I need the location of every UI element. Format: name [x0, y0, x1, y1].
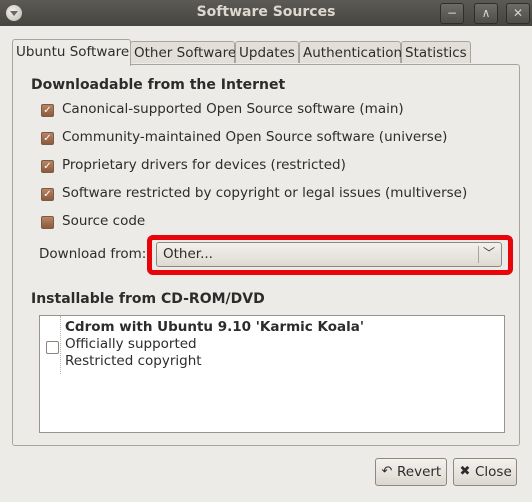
- close-window-button[interactable]: ✕: [506, 3, 530, 24]
- revert-button[interactable]: ↶ Revert: [375, 458, 447, 486]
- maximize-button[interactable]: ∧: [474, 3, 498, 24]
- minimize-button[interactable]: −: [440, 3, 464, 24]
- close-label: Close: [475, 464, 512, 480]
- cdrom-entry-title: Cdrom with Ubuntu 9.10 'Karmic Koala': [65, 319, 364, 335]
- chevron-down-icon[interactable]: ﹀: [483, 244, 495, 261]
- checkbox-label-main: Canonical-supported Open Source software…: [62, 101, 404, 117]
- checkbox-label-restricted: Proprietary drivers for devices (restric…: [62, 157, 346, 173]
- title-bar: Software Sources − ∧ ✕: [0, 0, 532, 26]
- cdrom-entry-line2: Restricted copyright: [65, 353, 202, 369]
- download-from-dropdown[interactable]: Other... ﹀: [156, 242, 502, 267]
- checkbox-label-source-code: Source code: [62, 213, 146, 229]
- checkbox-label-multiverse: Software restricted by copyright or lega…: [62, 185, 468, 201]
- cdrom-list[interactable]: Cdrom with Ubuntu 9.10 'Karmic Koala' Of…: [39, 315, 505, 433]
- close-button[interactable]: ✖ Close: [453, 458, 517, 486]
- download-from-value: Other...: [163, 246, 213, 262]
- internet-section-heading: Downloadable from the Internet: [31, 77, 286, 93]
- revert-icon: ↶: [381, 464, 393, 479]
- download-from-label: Download from:: [39, 246, 147, 262]
- tab-updates[interactable]: Updates: [235, 41, 299, 63]
- checkbox-label-universe: Community-maintained Open Source softwar…: [62, 129, 448, 145]
- cdrom-checkbox[interactable]: [46, 341, 59, 354]
- checkbox-multiverse[interactable]: ✓: [41, 188, 54, 201]
- checkbox-main[interactable]: ✓: [41, 104, 54, 117]
- cdrom-entry-line1: Officially supported: [65, 336, 197, 352]
- checkbox-restricted[interactable]: ✓: [41, 160, 54, 173]
- tab-panel-ubuntu-software: Downloadable from the Internet ✓ Canonic…: [12, 64, 520, 446]
- checkbox-universe[interactable]: ✓: [41, 132, 54, 145]
- dropdown-separator: [478, 246, 479, 263]
- tab-authentication[interactable]: Authentication: [299, 41, 402, 63]
- tree-guide: [60, 316, 61, 374]
- close-icon: ✖: [459, 464, 471, 479]
- tab-statistics[interactable]: Statistics: [401, 41, 471, 63]
- tab-other-software[interactable]: Other Software: [130, 41, 236, 63]
- checkbox-source-code[interactable]: [41, 216, 54, 229]
- revert-label: Revert: [397, 464, 442, 480]
- tab-ubuntu-software[interactable]: Ubuntu Software: [12, 39, 131, 66]
- cdrom-section-heading: Installable from CD-ROM/DVD: [31, 291, 265, 307]
